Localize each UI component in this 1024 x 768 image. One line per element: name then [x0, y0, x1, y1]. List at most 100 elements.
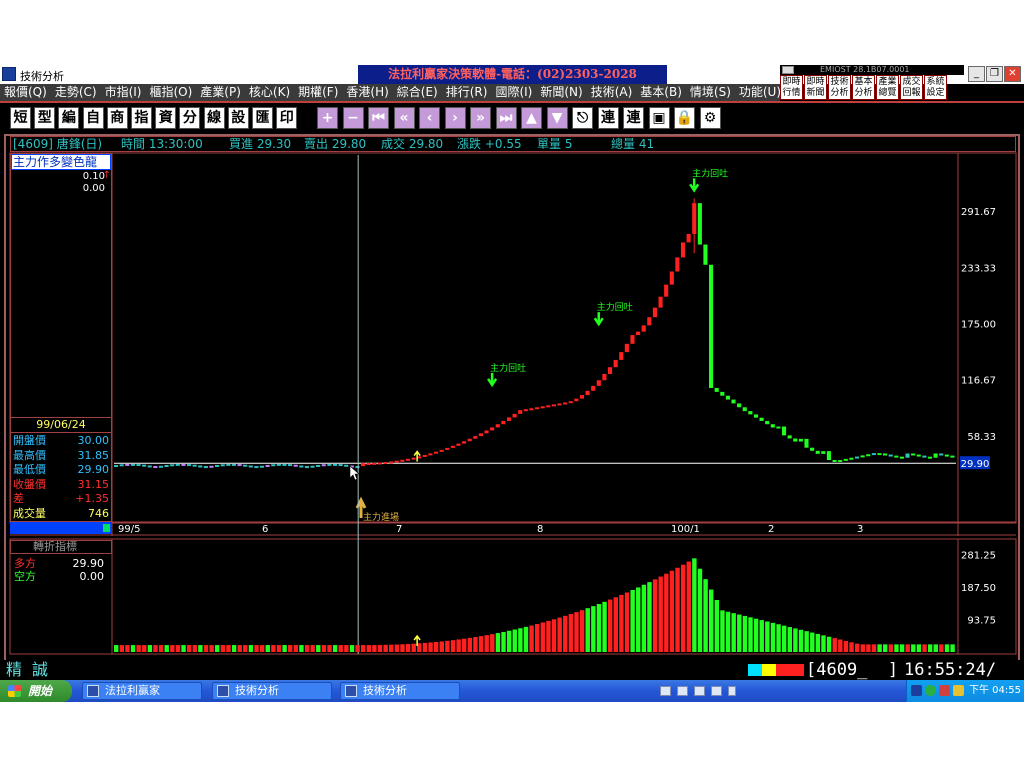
toolbar-char-button-9[interactable]: 設: [227, 107, 249, 129]
toolbar-char-button-11[interactable]: 印: [276, 107, 298, 129]
ime-icon[interactable]: [694, 686, 705, 696]
tray-network-icon[interactable]: [925, 685, 936, 696]
page-left-icon[interactable]: «: [393, 107, 415, 129]
tray-sound-icon[interactable]: [953, 685, 964, 696]
link-icon[interactable]: 連: [597, 107, 619, 129]
tray-arrow-icon[interactable]: [911, 685, 922, 696]
quick-button-0[interactable]: 即時 行情: [780, 75, 803, 100]
volume-bar: [866, 644, 871, 652]
volume-bar: [574, 612, 579, 652]
candle: [394, 460, 399, 463]
chart-canvas[interactable]: 291.67233.33175.00116.6758.3329.90主力回吐主力…: [6, 136, 1018, 676]
toolbar-char-button-10[interactable]: 匯: [252, 107, 273, 129]
screenshot-icon[interactable]: ▣: [648, 107, 670, 129]
candle: [591, 385, 596, 391]
help-icon[interactable]: [711, 686, 722, 696]
down-icon[interactable]: ▼: [546, 107, 568, 129]
menu-item-9[interactable]: 排行(R): [442, 84, 492, 101]
candle: [158, 465, 164, 468]
keyboard-icon[interactable]: [660, 686, 671, 696]
prev-icon[interactable]: ‹: [419, 107, 440, 129]
close-button[interactable]: ✕: [1004, 66, 1021, 82]
quick-button-4[interactable]: 產業 總覽: [876, 75, 899, 100]
menu-item-10[interactable]: 國際(I): [491, 84, 536, 101]
quick-button-5[interactable]: 成交 回報: [900, 75, 923, 100]
toolbar-char-button-8[interactable]: 線: [203, 107, 225, 129]
scroll-thumb[interactable]: [103, 524, 110, 532]
first-icon[interactable]: ⏮: [368, 107, 389, 129]
title-bar[interactable]: 技術分析 法拉利贏家決策軟體-電話：(02)2303-2028 EMIOST 2…: [0, 64, 1024, 100]
toolbar-char-button-2[interactable]: 編: [58, 107, 80, 129]
menu-item-12[interactable]: 技術(A): [587, 84, 637, 101]
volume-bar: [540, 622, 546, 652]
menu-item-6[interactable]: 期權(F): [294, 84, 342, 101]
menu-item-13[interactable]: 基本(B): [636, 84, 686, 101]
volume-bar: [220, 645, 226, 652]
candle: [422, 454, 427, 457]
volume-bar: [282, 645, 287, 652]
stock-code-input[interactable]: [4609_ ]: [806, 660, 898, 680]
menu-item-11[interactable]: 新聞(N): [536, 84, 586, 101]
quick-button-3[interactable]: 基本 分析: [852, 75, 875, 100]
menu-item-5[interactable]: 核心(K): [245, 84, 294, 101]
esc-icon[interactable]: ⎋: [572, 107, 593, 129]
quick-button-1[interactable]: 即時 新聞: [804, 75, 827, 100]
candle: [737, 403, 742, 408]
scroll-bar[interactable]: [10, 522, 112, 534]
menu-item-7[interactable]: 香港(H): [342, 84, 392, 101]
volume-bar: [428, 642, 433, 652]
volume-bar: [944, 644, 950, 652]
candle: [781, 426, 787, 436]
start-button[interactable]: 開始: [0, 680, 72, 702]
taskbar-item-0[interactable]: 法拉利贏家: [82, 682, 202, 700]
zoom-out-icon[interactable]: −: [342, 107, 364, 129]
menu-item-8[interactable]: 綜合(E): [393, 84, 442, 101]
toolbar-char-button-3[interactable]: 自: [82, 107, 104, 129]
tray-security-icon[interactable]: [939, 685, 950, 696]
toolbar-char-button-6[interactable]: 資: [155, 107, 177, 129]
volume-bar: [950, 644, 955, 652]
quick-button-2[interactable]: 技術 分析: [828, 75, 851, 100]
menu-item-4[interactable]: 產業(P): [196, 84, 245, 101]
volume-bar: [714, 599, 720, 652]
menu-item-0[interactable]: 報價(Q): [0, 84, 51, 101]
candle: [939, 453, 944, 456]
next-icon[interactable]: ›: [444, 107, 466, 129]
settings-icon[interactable]: ⚙: [699, 107, 721, 129]
quick-button-6[interactable]: 系統 設定: [924, 75, 947, 100]
page-right-icon[interactable]: »: [470, 107, 491, 129]
candle: [114, 465, 119, 468]
zoom-in-icon[interactable]: +: [317, 107, 338, 129]
toolbar-char-button-7[interactable]: 分: [179, 107, 201, 129]
indicator-panel-title[interactable]: 轉折指標: [10, 540, 112, 554]
menu-item-15[interactable]: 功能(U): [735, 84, 780, 101]
toolbar-char-button-0[interactable]: 短: [10, 107, 31, 129]
pen-icon[interactable]: [677, 686, 688, 696]
volume-bar: [321, 645, 327, 652]
volume-bar: [327, 645, 332, 652]
taskbar-item-1[interactable]: 技術分析: [212, 682, 332, 700]
toolbar-char-button-4[interactable]: 商: [106, 107, 128, 129]
taskbar-item-2[interactable]: 技術分析: [340, 682, 460, 700]
up-icon[interactable]: ▲: [521, 107, 542, 129]
toolbar-char-button-5[interactable]: 指: [131, 107, 152, 129]
indicator-title[interactable]: 主力作多變色龍: [11, 154, 111, 170]
toolbar-char-button-1[interactable]: 型: [34, 107, 56, 129]
menu-bar: 報價(Q) 走勢(C) 市指(I) 櫃指(O) 產業(P) 核心(K) 期權(F) 香港(H)…: [0, 84, 780, 101]
volume-bar: [231, 645, 237, 652]
restore-button[interactable]: ❐: [986, 66, 1003, 82]
volume-bar: [742, 615, 748, 652]
candle: [557, 403, 562, 406]
minimize-button[interactable]: _: [968, 66, 985, 82]
volume-bar: [709, 589, 714, 652]
link-2-icon[interactable]: 連: [623, 107, 644, 129]
volume-bar: [546, 620, 551, 652]
menu-item-1[interactable]: 走勢(C): [51, 84, 101, 101]
last-icon[interactable]: ⏭: [495, 107, 517, 129]
menu-item-3[interactable]: 櫃指(O): [145, 84, 196, 101]
menu-item-14[interactable]: 情境(S): [686, 84, 735, 101]
volume-bar: [793, 628, 798, 652]
lock-icon[interactable]: 🔒: [674, 107, 695, 129]
options-icon[interactable]: [728, 686, 736, 696]
menu-item-2[interactable]: 市指(I): [101, 84, 146, 101]
